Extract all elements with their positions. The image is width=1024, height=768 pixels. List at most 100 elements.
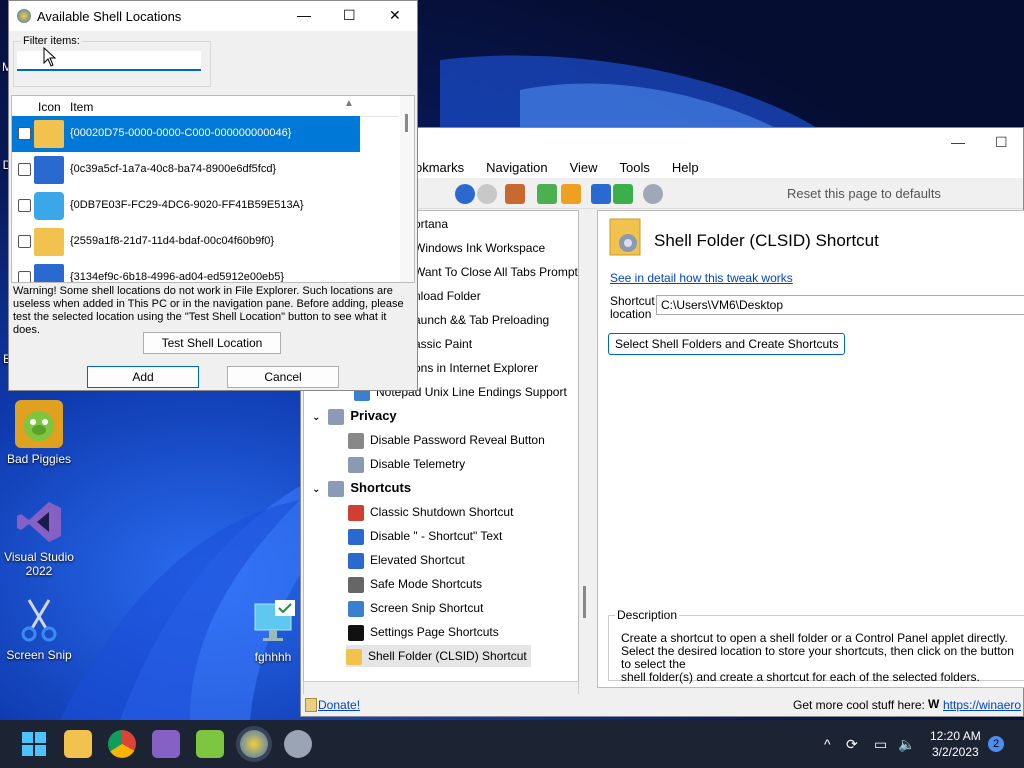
desktop-icon-visual-studio[interactable]: Visual Studio 2022 [4,498,74,578]
item-text: {0DB7E03F-FC29-4DC6-9020-FF41B59E513A} [70,199,304,211]
item-text: {2559a1f8-21d7-11d4-bdaf-00c04f60b9f0} [70,235,275,247]
desktop-icon-fghhhh[interactable]: fghhhh [238,598,308,664]
visual-studio-icon[interactable] [152,730,180,758]
tree-item-label: Want To Close All Tabs Prompt in E [414,265,578,279]
item-checkbox[interactable] [18,235,31,248]
item-checkbox[interactable] [18,127,31,140]
chrome-icon[interactable] [108,730,136,758]
list-header: Icon Item ▲ [12,96,398,117]
minimize-icon[interactable]: — [951,134,965,150]
tree-category-privacy[interactable]: ⌄ Privacy [312,405,397,427]
column-item[interactable]: Item [70,100,93,114]
power-icon [348,504,364,521]
warning-text: Warning! Some shell locations do not wor… [13,285,404,336]
label-line: location [610,307,652,321]
donate-link[interactable]: Donate! [318,698,360,712]
shortcut-icon[interactable] [591,184,611,204]
tree-item[interactable]: Screen Snip Shortcut [348,597,483,619]
menu-help[interactable]: Help [661,156,710,178]
tree-item[interactable]: Safe Mode Shortcuts [348,573,482,595]
tree-item-label: aunch && Tab Preloading [414,313,550,327]
desktop-icon-screen-snip[interactable]: Screen Snip [4,596,74,662]
item-checkbox[interactable] [18,163,31,176]
tree-item[interactable]: Windows Ink Workspace [414,237,545,259]
list-item[interactable]: {00020D75-0000-0000-C000-000000000046} [12,116,360,152]
file-explorer-icon[interactable] [64,730,92,758]
list-item[interactable]: {0c39a5cf-1a7a-40c8-ba74-8900e6df5fcd} [12,152,360,188]
star-icon[interactable] [561,184,581,204]
tree-item[interactable]: Disable Telemetry [348,453,465,475]
desktop-icon-bad-piggies[interactable]: Bad Piggies [4,400,74,466]
menu-view[interactable]: View [559,156,609,178]
volume-icon[interactable]: 🔈 [898,736,915,753]
scrollbar-thumb[interactable] [405,114,408,132]
shortcut-location-field[interactable] [656,295,1024,315]
tree-category-label: Privacy [350,408,397,423]
test-shell-location-button[interactable]: Test Shell Location [143,332,281,354]
tree-item[interactable]: assic Paint [414,333,472,355]
tree-item[interactable]: Classic Shutdown Shortcut [348,501,513,523]
network-icon[interactable]: ▭ [874,736,887,753]
description-header: Description [615,608,680,622]
tree-item[interactable]: nload Folder [414,285,481,307]
shortcut-icon [348,552,364,569]
tree-item-label: Windows Ink Workspace [414,241,546,255]
winaero-link[interactable]: https://winaero [943,698,1021,712]
shield-icon [348,456,364,473]
notification-badge[interactable]: 2 [988,736,1004,752]
tree-item[interactable]: aunch && Tab Preloading [414,309,549,331]
tree-item[interactable]: Disable " - Shortcut" Text [348,525,502,547]
tree-item[interactable]: Elevated Shortcut [348,549,465,571]
tree-item[interactable]: Disable Password Reveal Button [348,429,545,451]
settings-gear-icon[interactable] [643,184,663,204]
chevron-up-icon[interactable]: ^ [824,736,831,752]
refresh-icon[interactable]: ⟳ [846,736,858,753]
list-item[interactable]: {3134ef9c-6b18-4996-ad04-ed5912e00eb5} [12,260,360,282]
tree-item[interactable]: ons in Internet Explorer [414,357,538,379]
dialog-title: Available Shell Locations [37,9,182,24]
filter-label: Filter items: [21,35,82,47]
select-shell-folders-button[interactable]: Select Shell Folders and Create Shortcut… [608,333,846,355]
item-checkbox[interactable] [18,199,31,212]
column-icon[interactable]: Icon [38,100,61,114]
forward-icon[interactable] [477,184,497,204]
menu-tools[interactable]: Tools [609,156,661,178]
home-icon[interactable] [505,184,525,204]
tree-item-label: ortana [414,217,449,231]
add-button[interactable]: Add [87,366,199,388]
tree-scrollbar-thumb[interactable] [583,586,586,618]
list-item[interactable]: {0DB7E03F-FC29-4DC6-9020-FF41B59E513A} [12,188,360,224]
menu-navigation[interactable]: Navigation [475,156,558,178]
chevron-down-icon[interactable]: ⌄ [312,412,320,423]
winaero-tweaker-icon[interactable] [240,730,268,758]
clock[interactable]: 12:20 AM 3/2/2023 [930,728,981,760]
maximize-icon[interactable]: ☐ [995,134,1008,151]
apply-check-icon[interactable] [613,184,633,204]
detail-link[interactable]: See in detail how this tweak works [610,271,793,285]
shortcut-location-label: Shortcut location [610,295,655,321]
tree-category-shortcuts[interactable]: ⌄ Shortcuts [312,477,411,499]
start-icon[interactable] [20,730,48,758]
tree-item-label: Classic Shutdown Shortcut [370,505,514,519]
close-icon[interactable]: ✕ [389,7,401,24]
tree-item[interactable]: Want To Close All Tabs Prompt in E [414,261,578,283]
tree-item[interactable]: Shell Folder (CLSID) Shortcut [346,645,531,667]
3d-objects-icon [34,192,64,220]
reset-page-button[interactable]: Reset this page to defaults [787,186,941,201]
chevron-down-icon[interactable]: ⌄ [312,484,320,495]
back-icon[interactable] [455,184,475,204]
tree-item[interactable]: Settings Page Shortcuts [348,621,499,643]
list-scrollbar[interactable] [400,96,414,282]
add-bookmark-icon[interactable] [537,184,557,204]
bad-piggies-icon[interactable] [196,730,224,758]
minimize-icon[interactable]: — [297,7,311,23]
shortcut-icon [348,528,364,545]
item-checkbox[interactable] [18,271,31,282]
list-item[interactable]: {2559a1f8-21d7-11d4-bdaf-00c04f60b9f0} [12,224,360,260]
description-box: Description Create a shortcut to open a … [608,608,1024,684]
maximize-icon[interactable]: ☐ [343,7,356,24]
cancel-button[interactable]: Cancel [227,366,339,388]
bad-piggies-icon [15,400,63,448]
settings-gear-icon[interactable] [284,730,312,758]
tree-item[interactable]: ortana [414,213,448,235]
